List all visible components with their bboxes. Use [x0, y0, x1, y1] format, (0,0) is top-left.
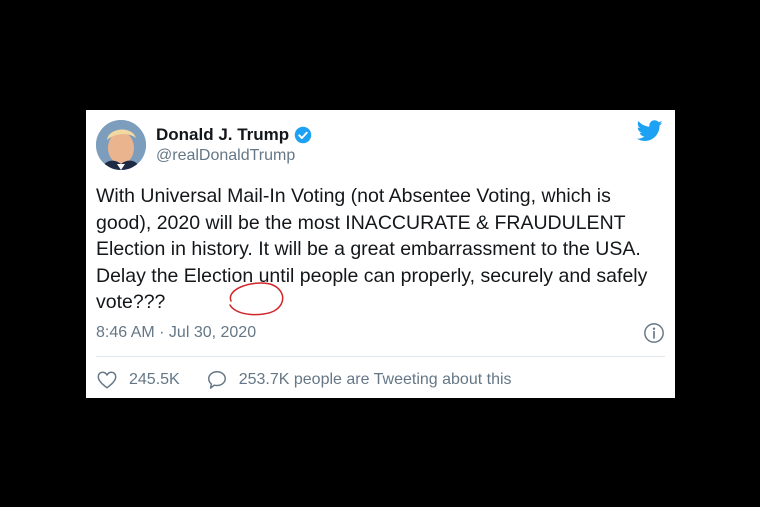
heart-icon	[97, 371, 117, 389]
divider	[96, 356, 665, 357]
tweet-text: With Universal Mail-In Voting (not Absen…	[96, 185, 648, 313]
conversation-button[interactable]: 253.7K people are Tweeting about this	[206, 369, 512, 391]
timestamp[interactable]: 8:46 AM · Jul 30, 2020	[96, 324, 256, 342]
handle[interactable]: @realDonaldTrump	[156, 147, 295, 165]
red-circle-annotation	[229, 282, 284, 316]
conversation-count: 253.7K people are Tweeting about this	[238, 371, 512, 388]
author-row: Donald J. Trump	[156, 125, 312, 145]
twitter-bird-icon[interactable]	[637, 120, 663, 142]
avatar-image	[96, 120, 146, 170]
info-icon[interactable]	[643, 322, 665, 344]
display-name[interactable]: Donald J. Trump	[156, 125, 289, 145]
tweet-card[interactable]: Donald J. Trump @realDonaldTrump With Un…	[86, 110, 675, 398]
verified-badge-icon	[294, 126, 312, 144]
like-count: 245.5K	[129, 371, 180, 388]
avatar[interactable]	[96, 120, 146, 170]
action-bar: 245.5K 253.7K people are Tweeting about …	[96, 369, 512, 391]
like-button[interactable]: 245.5K	[96, 369, 180, 391]
speech-bubble-icon	[207, 371, 226, 389]
